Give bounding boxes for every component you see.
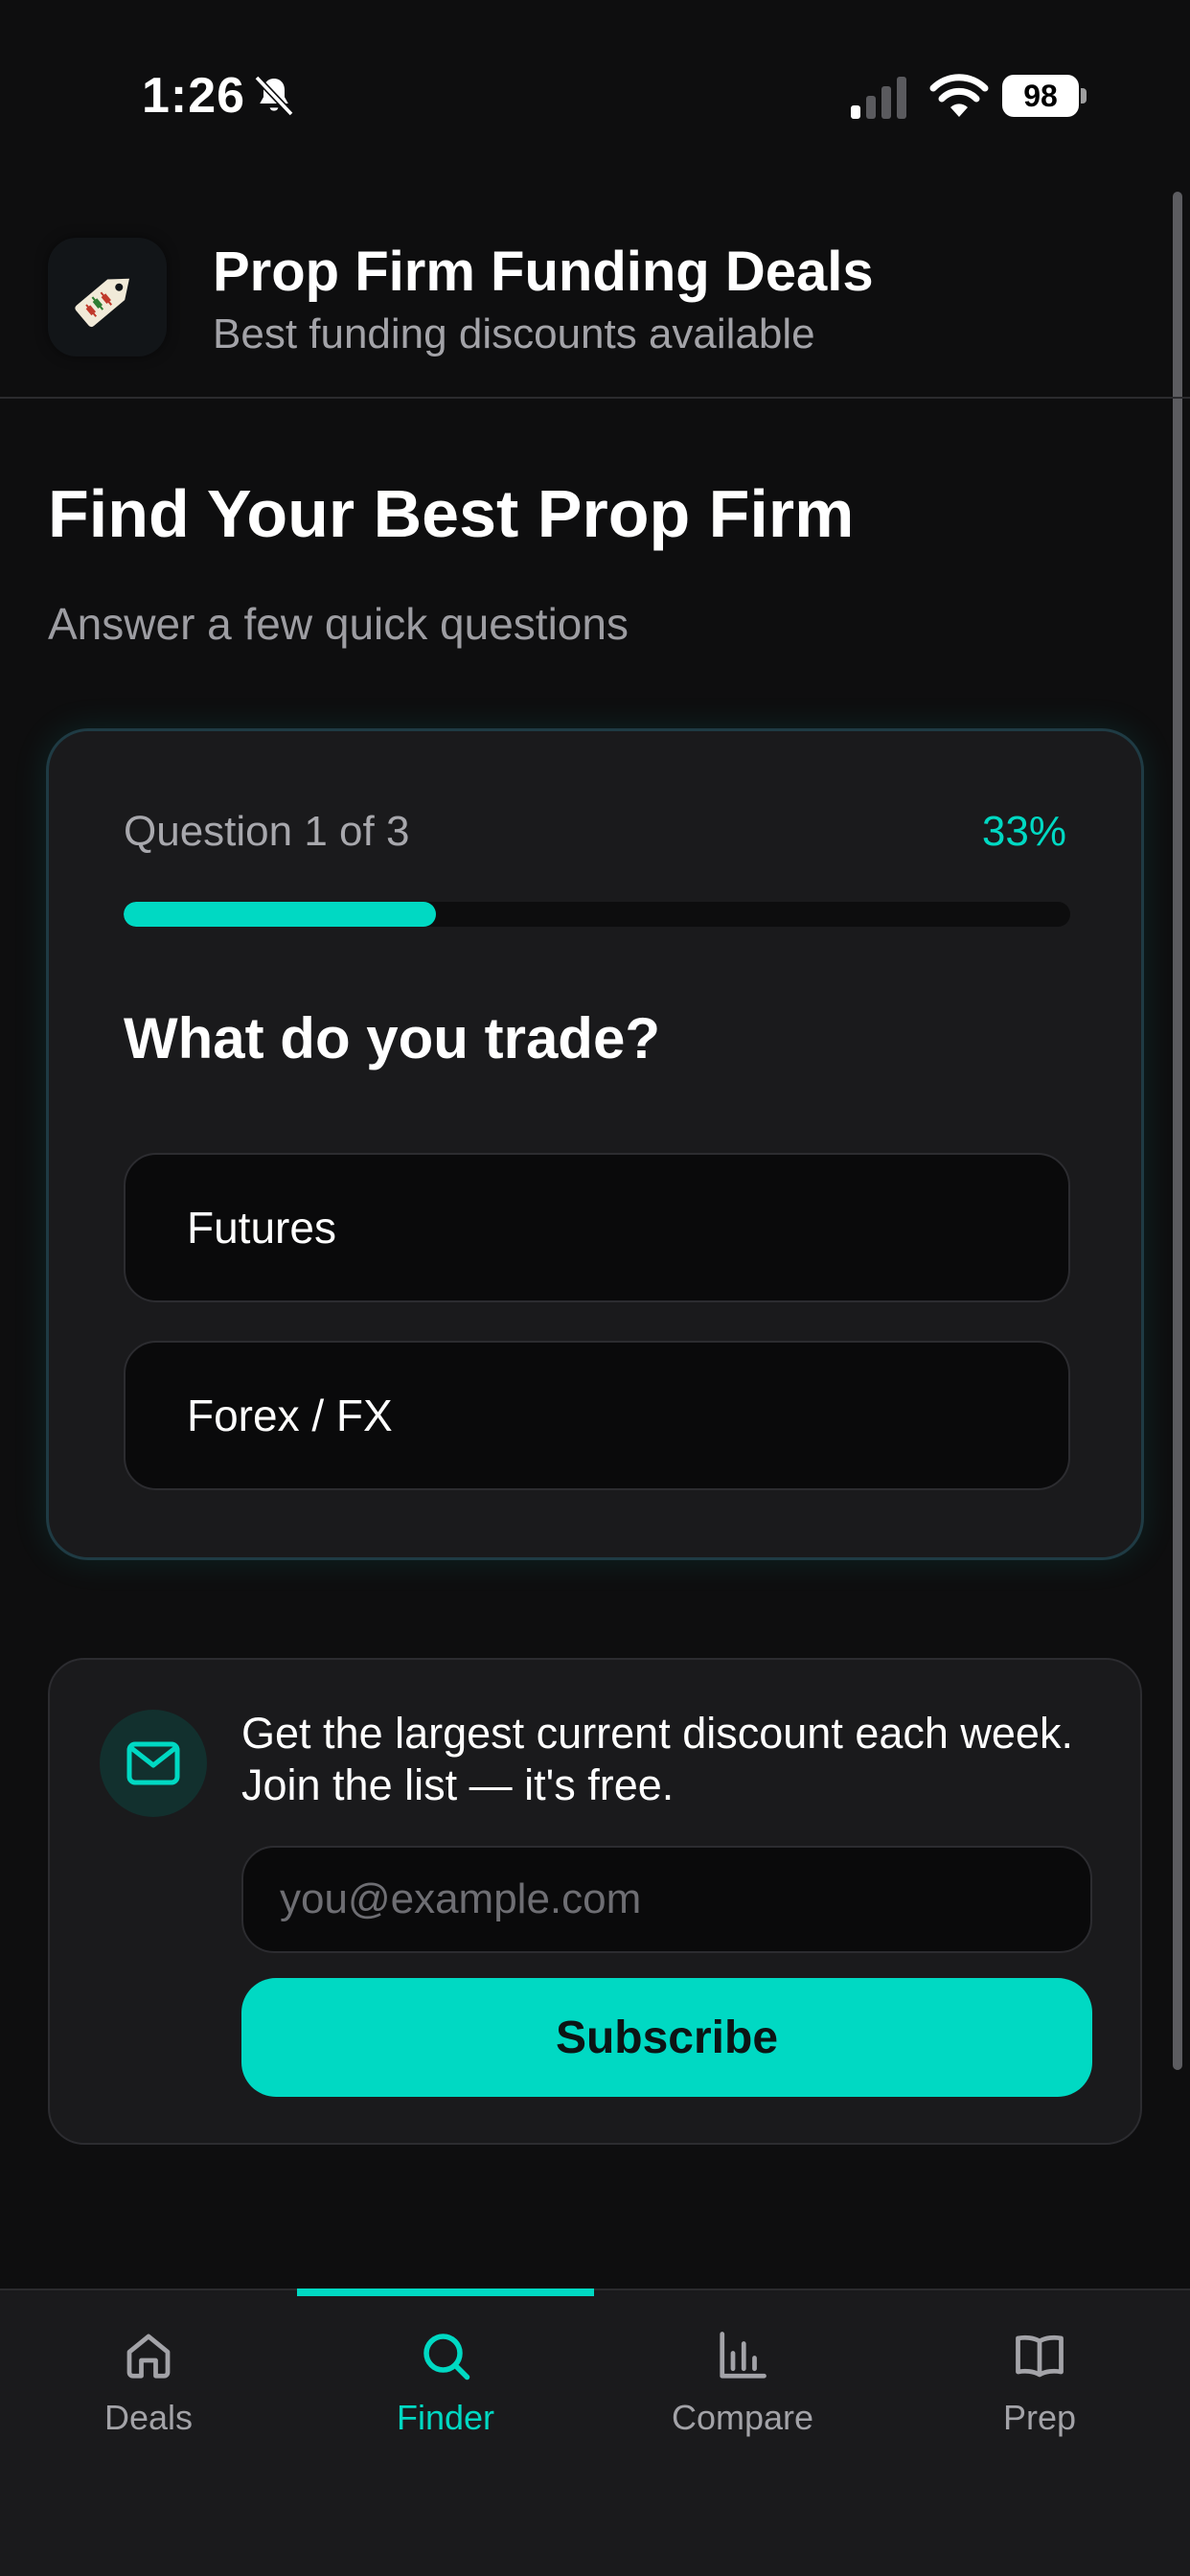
app-logo	[48, 238, 167, 356]
app-title: Prop Firm Funding Deals	[213, 241, 874, 303]
nav-tab-finder[interactable]: Finder	[297, 2327, 594, 2471]
progress-bar-fill	[124, 902, 437, 927]
nav-tab-compare[interactable]: Compare	[594, 2327, 891, 2471]
status-time: 1:26	[142, 68, 246, 124]
active-tab-indicator	[297, 2288, 594, 2296]
nav-label-prep: Prep	[1002, 2398, 1077, 2437]
bottom-nav: Deals Finder Compare Prep	[0, 2288, 1190, 2576]
battery-indicator: 98	[1002, 75, 1087, 117]
home-icon	[126, 2334, 171, 2379]
page-subtitle: Answer a few quick questions	[48, 599, 629, 649]
question-text: What do you trade?	[124, 1006, 660, 1070]
question-counter: Question 1 of 3	[124, 808, 410, 855]
option-forex[interactable]: Forex / FX	[124, 1341, 1070, 1490]
subscribe-button[interactable]: Subscribe	[241, 1978, 1092, 2097]
quiz-card: Question 1 of 3 33% What do you trade? F…	[46, 728, 1144, 1560]
scrollbar[interactable]	[1173, 192, 1182, 2070]
bar-chart-icon	[720, 2332, 767, 2379]
newsletter-card: Get the largest current discount each we…	[48, 1658, 1142, 2145]
nav-tab-prep[interactable]: Prep	[891, 2327, 1188, 2471]
app-header: Prop Firm Funding Deals Best funding dis…	[0, 220, 1190, 399]
nav-label-compare: Compare	[671, 2398, 814, 2437]
status-bar: 1:26 98	[0, 0, 1190, 192]
book-icon	[1016, 2334, 1064, 2378]
nav-label-deals: Deals	[103, 2398, 194, 2437]
search-icon	[423, 2334, 470, 2380]
battery-tip	[1081, 88, 1087, 104]
progress-bar	[124, 902, 1070, 927]
newsletter-text: Get the largest current discount each we…	[241, 1709, 1073, 1809]
price-tag-icon	[75, 278, 129, 328]
email-input[interactable]	[241, 1846, 1092, 1953]
bell-slash-icon	[254, 75, 294, 117]
nav-tab-deals[interactable]: Deals	[0, 2327, 297, 2471]
mail-icon	[126, 1741, 180, 1785]
app-subtitle: Best funding discounts available	[213, 310, 815, 357]
page-title: Find Your Best Prop Firm	[48, 476, 855, 551]
mail-badge	[100, 1710, 207, 1817]
battery-level: 98	[1002, 75, 1079, 117]
nav-label-finder: Finder	[396, 2398, 495, 2437]
option-futures[interactable]: Futures	[124, 1153, 1070, 1302]
wifi-icon	[929, 74, 989, 117]
progress-percent: 33%	[981, 808, 1066, 855]
cellular-signal-icon	[851, 77, 906, 119]
